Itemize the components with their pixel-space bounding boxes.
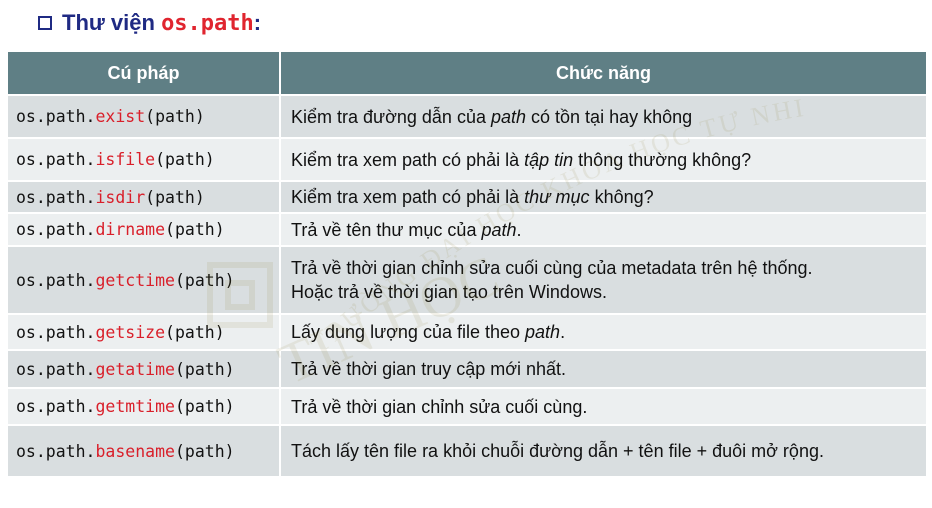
description-cell: Tách lấy tên file ra khỏi chuỗi đường dẫ… [280,424,926,476]
function-name: getmtime [95,397,175,416]
header-function: Chức năng [280,52,926,95]
table-row: os.path.basename(path) Tách lấy tên file … [8,424,926,476]
table-row: os.path.getatime(path) Trả về thời gian t… [8,349,926,388]
table-header-row: Cú pháp Chức năng [8,52,926,95]
header-syntax: Cú pháp [8,52,281,95]
function-name: basename [95,441,175,461]
function-name: dirname [95,220,166,239]
function-name: getctime [95,270,175,290]
syntax-cell: os.path.getsize(path) [8,313,281,350]
function-name: isdir [95,187,146,207]
table-row: os.path.getmtime(path) Trả về thời gian c… [8,387,926,425]
description-cell: Kiểm tra xem path có phải là tập tin thô… [280,137,926,181]
description-cell: Kiểm tra xem path có phải là thư mục khô… [280,180,926,213]
table-row: os.path.getsize(path) Lấy dung lượng của … [8,313,926,350]
description-cell: Lấy dung lượng của file theo path. [280,313,926,350]
checkbox-bullet-icon [38,16,52,30]
function-name: exist [95,107,146,126]
table-row: os.path.exist(path) Kiểm tra đường dẫn củ… [8,94,926,138]
syntax-cell: os.path.basename(path) [8,424,281,476]
function-name: getatime [95,359,175,379]
description-cell: Trả về tên thư mục của path. [280,212,926,246]
syntax-cell: os.path.isfile(path) [8,137,281,181]
title-text: Thư viện os.path: [62,10,262,36]
syntax-cell: os.path.getctime(path) [8,245,281,314]
syntax-cell: os.path.dirname(path) [8,212,281,246]
table-row: os.path.dirname(path) Trả về tên thư mục … [8,212,926,246]
function-name: isfile [95,150,156,169]
table-row: os.path.isdir(path) Kiểm tra xem path có … [8,180,926,213]
syntax-cell: os.path.getatime(path) [8,349,281,388]
syntax-cell: os.path.getmtime(path) [8,387,281,425]
description-cell: Kiểm tra đường dẫn của path có tồn tại h… [280,94,926,138]
table-row: os.path.getctime(path) Trả về thời gian c… [8,245,926,314]
syntax-cell: os.path.isdir(path) [8,180,281,213]
function-name: getsize [95,322,166,342]
os-path-table: Cú pháp Chức năng os.path.exist(path) Kiể… [8,52,926,476]
syntax-cell: os.path.exist(path) [8,94,281,138]
description-cell: Trả về thời gian chỉnh sửa cuối cùng của… [280,245,926,314]
description-cell: Trả về thời gian truy cập mới nhất. [280,349,926,388]
title-module: os.path [161,11,254,36]
page-title: Thư viện os.path: [38,6,261,40]
description-cell: Trả về thời gian chỉnh sửa cuối cùng. [280,387,926,425]
table-row: os.path.isfile(path) Kiểm tra xem path có… [8,137,926,181]
